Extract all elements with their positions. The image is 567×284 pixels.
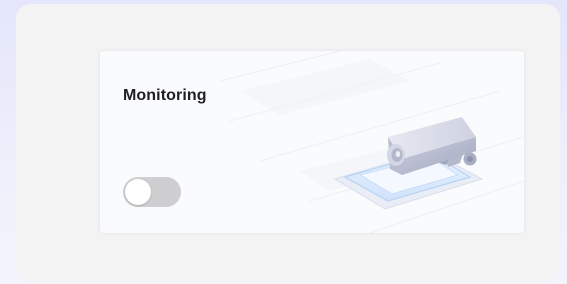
security-camera-icon [220, 51, 524, 233]
toggle-knob [125, 179, 151, 205]
settings-panel: Monitoring [16, 4, 560, 281]
monitoring-card: Monitoring [100, 51, 524, 233]
monitoring-toggle[interactable] [123, 177, 181, 207]
card-title: Monitoring [123, 87, 207, 104]
